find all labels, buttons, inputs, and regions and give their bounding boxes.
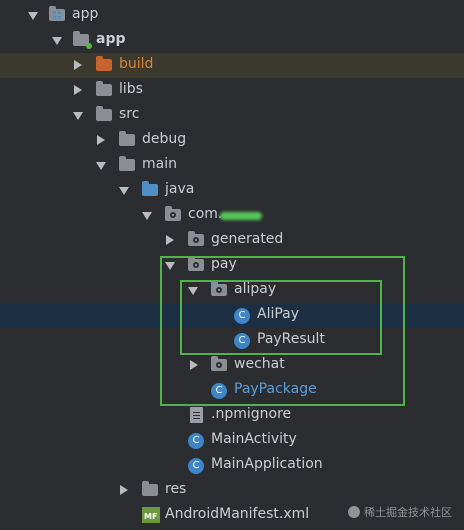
package-icon <box>188 231 204 246</box>
tree-row-app-module[interactable]: app <box>0 28 464 53</box>
tree-row-debug[interactable]: debug <box>0 128 464 153</box>
chevron-right-icon[interactable] <box>120 485 128 495</box>
redaction-mark <box>220 212 262 220</box>
package-icon <box>165 206 181 221</box>
tree-row-res[interactable]: res <box>0 478 464 503</box>
juejin-logo-icon <box>348 506 360 518</box>
chevron-down-icon[interactable] <box>73 112 83 120</box>
tree-label: AndroidManifest.xml <box>165 506 310 522</box>
chevron-down-icon[interactable] <box>28 12 38 20</box>
tree-row-src[interactable]: src <box>0 103 464 128</box>
tree-row-generated[interactable]: generated <box>0 228 464 253</box>
tree-label: MainActivity <box>211 431 297 447</box>
tree-label: res <box>165 481 187 497</box>
tree-row-npmignore[interactable]: .npmignore <box>0 403 464 428</box>
chevron-down-icon[interactable] <box>96 162 106 170</box>
tree-row-mainactivity-class[interactable]: C MainActivity <box>0 428 464 453</box>
source-folder-icon <box>142 181 158 196</box>
chevron-right-icon[interactable] <box>166 235 174 245</box>
chevron-right-icon[interactable] <box>97 135 105 145</box>
android-module-folder-icon <box>73 31 92 49</box>
tree-row-java[interactable]: java <box>0 178 464 203</box>
tree-row-build[interactable]: build <box>0 53 464 78</box>
resource-folder-icon <box>142 481 158 496</box>
folder-icon <box>96 81 112 96</box>
tree-row-libs[interactable]: libs <box>0 78 464 103</box>
tree-label: src <box>119 106 140 122</box>
tree-label: generated <box>211 231 284 247</box>
tree-row-package-root[interactable]: com. <box>0 203 464 228</box>
class-icon: C <box>188 433 204 449</box>
tree-row-mainapplication-class[interactable]: C MainApplication <box>0 453 464 478</box>
tree-label: com. <box>188 206 223 222</box>
text-file-icon <box>190 407 203 423</box>
module-folder-icon <box>49 6 65 21</box>
manifest-file-icon: MF <box>142 507 160 523</box>
tree-label: app <box>72 6 99 22</box>
tree-label: app <box>96 31 126 47</box>
chevron-right-icon[interactable] <box>74 60 82 70</box>
folder-icon <box>119 156 135 171</box>
tree-row-main[interactable]: main <box>0 153 464 178</box>
tree-label: java <box>165 181 195 197</box>
excluded-folder-icon <box>96 56 112 71</box>
tree-label: build <box>119 56 154 72</box>
tree-row-app-root[interactable]: app <box>0 3 464 28</box>
chevron-down-icon[interactable] <box>52 37 62 45</box>
tree-label: MainApplication <box>211 456 323 472</box>
class-icon: C <box>188 458 204 474</box>
watermark-text: 稀土掘金技术社区 <box>364 506 452 519</box>
chevron-right-icon[interactable] <box>74 85 82 95</box>
highlight-box-alipay <box>180 280 382 355</box>
folder-icon <box>119 131 135 146</box>
tree-label: debug <box>142 131 187 147</box>
folder-icon <box>96 106 112 121</box>
chevron-down-icon[interactable] <box>119 187 129 195</box>
tree-label: libs <box>119 81 143 97</box>
chevron-down-icon[interactable] <box>142 212 152 220</box>
watermark: 稀土掘金技术社区 <box>348 504 452 520</box>
tree-label: main <box>142 156 177 172</box>
tree-label: .npmignore <box>211 406 292 422</box>
